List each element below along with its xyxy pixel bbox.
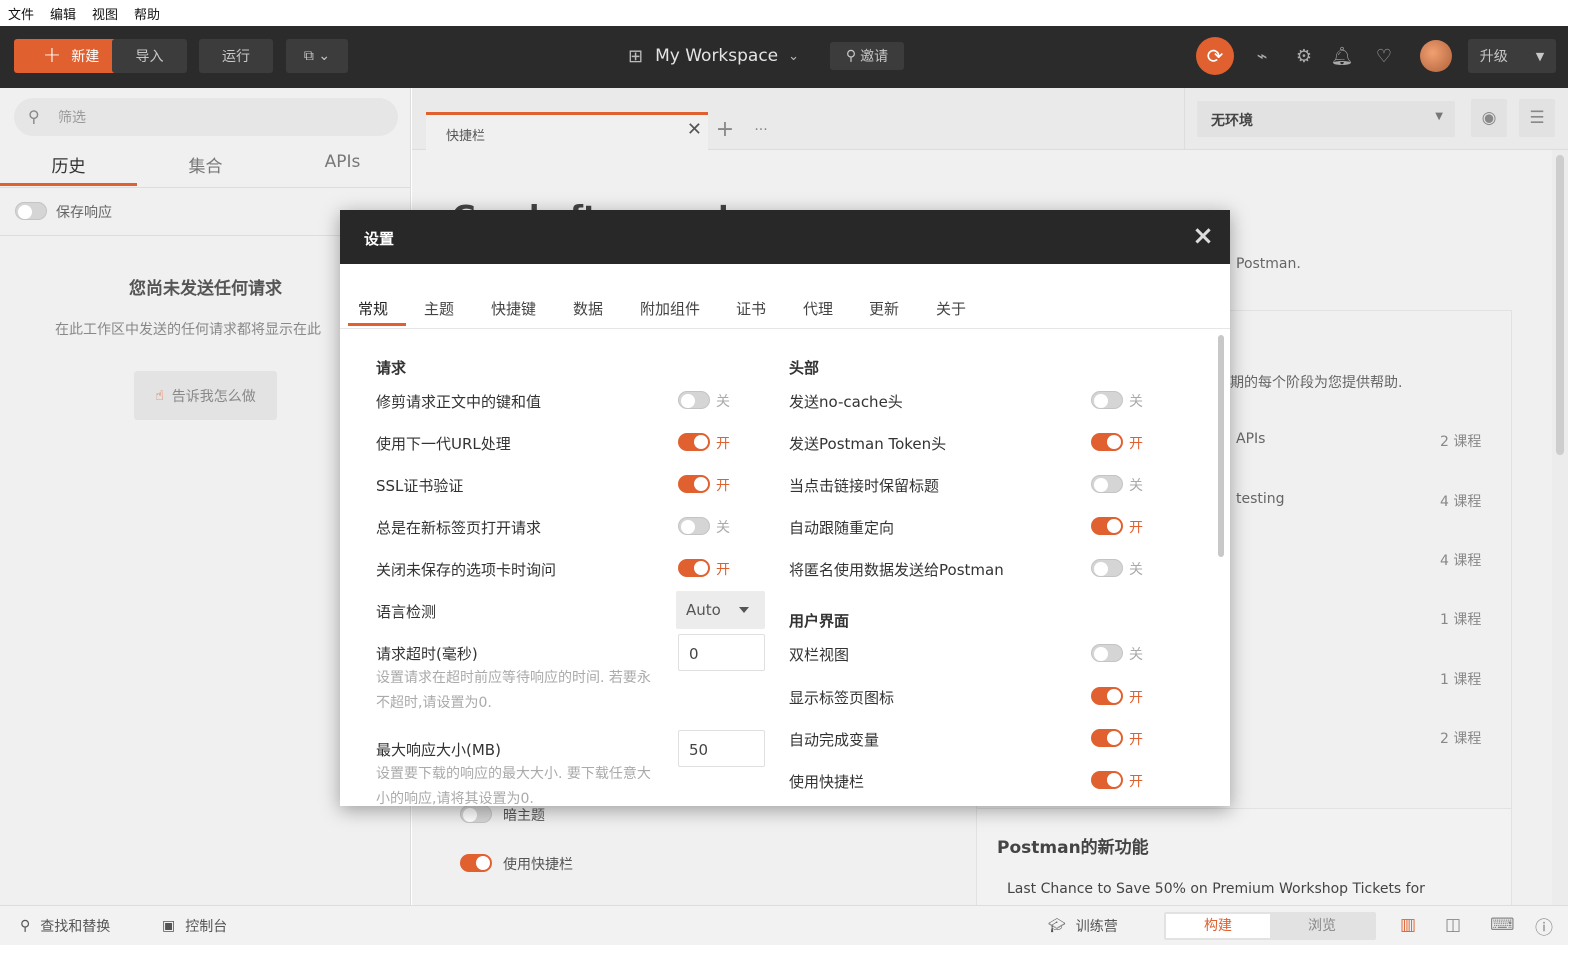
setting-label: 显示标签页图标 bbox=[789, 689, 895, 707]
setting-label: 双栏视图 bbox=[789, 646, 850, 664]
tab-addons[interactable]: 附加组件 bbox=[640, 298, 700, 319]
url-processing-toggle[interactable] bbox=[678, 433, 710, 451]
active-tab-indicator bbox=[348, 323, 406, 326]
launchpad-toggle[interactable] bbox=[1091, 771, 1123, 789]
tab-certificates[interactable]: 证书 bbox=[736, 298, 766, 319]
max-size-input[interactable]: 50 bbox=[678, 730, 765, 767]
retain-headers-toggle[interactable] bbox=[1091, 475, 1123, 493]
toggle-state: 开 bbox=[1129, 774, 1143, 790]
language-detection-value: Auto bbox=[686, 601, 721, 619]
toggle-state: 开 bbox=[716, 478, 730, 494]
max-size-label: 最大响应大小(MB) bbox=[376, 741, 501, 759]
setting-label: 当点击链接时保留标题 bbox=[789, 477, 940, 495]
toggle-state: 关 bbox=[716, 520, 730, 536]
max-size-hint: 设置要下载的响应的最大大小. 要下载任意大小的响应,请将其设置为0. bbox=[376, 766, 651, 806]
autocomplete-toggle[interactable] bbox=[1091, 729, 1123, 747]
language-detection-label: 语言检测 bbox=[376, 603, 437, 621]
settings-modal: 设置 × 常规 主题 快捷键 数据 附加组件 证书 代理 更新 关于 请求 修剪… bbox=[340, 210, 1230, 806]
tab-themes[interactable]: 主题 bbox=[424, 298, 454, 319]
setting-label: 修剪请求正文中的键和值 bbox=[376, 393, 542, 411]
menu-edit[interactable]: 编辑 bbox=[50, 4, 76, 23]
new-tab-toggle[interactable] bbox=[678, 517, 710, 535]
toggle-state: 开 bbox=[1129, 732, 1143, 748]
setting-label: 关闭未保存的选项卡时询问 bbox=[376, 561, 557, 579]
menu-view[interactable]: 视图 bbox=[92, 4, 118, 23]
toggle-state: 关 bbox=[1129, 394, 1143, 410]
setting-label: 使用下一代URL处理 bbox=[376, 435, 511, 453]
menu-help[interactable]: 帮助 bbox=[134, 4, 160, 23]
section-headers-title: 头部 bbox=[789, 359, 820, 377]
setting-label: 发送no-cache头 bbox=[789, 393, 903, 411]
max-size-value: 50 bbox=[689, 741, 709, 759]
modal-scrollbar[interactable] bbox=[1218, 335, 1226, 805]
menubar: 文件 编辑 视图 帮助 bbox=[0, 0, 1568, 26]
section-request-title: 请求 bbox=[376, 359, 407, 377]
toggle-state: 关 bbox=[1129, 478, 1143, 494]
modal-header: 设置 × bbox=[340, 210, 1230, 264]
setting-label: 总是在新标签页打开请求 bbox=[376, 519, 542, 537]
toggle-state: 开 bbox=[716, 562, 730, 578]
setting-label: 发送Postman Token头 bbox=[789, 435, 947, 453]
toggle-state: 开 bbox=[1129, 690, 1143, 706]
toggle-state: 开 bbox=[716, 436, 730, 452]
two-pane-toggle[interactable] bbox=[1091, 644, 1123, 662]
timeout-label: 请求超时(毫秒) bbox=[376, 645, 478, 663]
ssl-verification-toggle[interactable] bbox=[678, 475, 710, 493]
tab-update[interactable]: 更新 bbox=[869, 298, 899, 319]
language-detection-select[interactable]: Auto bbox=[676, 591, 765, 629]
follow-redirects-toggle[interactable] bbox=[1091, 517, 1123, 535]
toggle-state: 开 bbox=[1129, 520, 1143, 536]
modal-title: 设置 bbox=[364, 230, 395, 248]
menu-file[interactable]: 文件 bbox=[8, 4, 34, 23]
setting-label: 使用快捷栏 bbox=[789, 773, 865, 791]
tab-general[interactable]: 常规 bbox=[358, 298, 388, 319]
timeout-input[interactable]: 0 bbox=[678, 634, 765, 671]
toggle-state: 关 bbox=[1129, 647, 1143, 663]
setting-label: SSL证书验证 bbox=[376, 477, 464, 495]
timeout-value: 0 bbox=[689, 645, 699, 663]
tab-shortcuts[interactable]: 快捷键 bbox=[491, 298, 536, 319]
tab-proxy[interactable]: 代理 bbox=[803, 298, 833, 319]
toggle-state: 关 bbox=[716, 394, 730, 410]
setting-label: 自动完成变量 bbox=[789, 731, 880, 749]
tab-about[interactable]: 关于 bbox=[936, 298, 966, 319]
timeout-hint: 设置请求在超时前应等待响应的时间. 若要永不超时,请设置为0. bbox=[376, 670, 651, 711]
ask-unsaved-toggle[interactable] bbox=[678, 559, 710, 577]
tab-data[interactable]: 数据 bbox=[573, 298, 603, 319]
toggle-state: 开 bbox=[1129, 436, 1143, 452]
trim-keys-toggle[interactable] bbox=[678, 391, 710, 409]
setting-label: 将匿名使用数据发送给Postman bbox=[789, 561, 1004, 579]
settings-tabs: 常规 主题 快捷键 数据 附加组件 证书 代理 更新 关于 bbox=[340, 264, 1230, 329]
section-ui-title: 用户界面 bbox=[789, 612, 850, 630]
toggle-state: 关 bbox=[1129, 562, 1143, 578]
setting-label: 自动跟随重定向 bbox=[789, 519, 895, 537]
tab-icons-toggle[interactable] bbox=[1091, 687, 1123, 705]
anonymous-data-toggle[interactable] bbox=[1091, 559, 1123, 577]
no-cache-toggle[interactable] bbox=[1091, 391, 1123, 409]
close-icon[interactable]: × bbox=[1190, 223, 1216, 249]
postman-token-toggle[interactable] bbox=[1091, 433, 1123, 451]
